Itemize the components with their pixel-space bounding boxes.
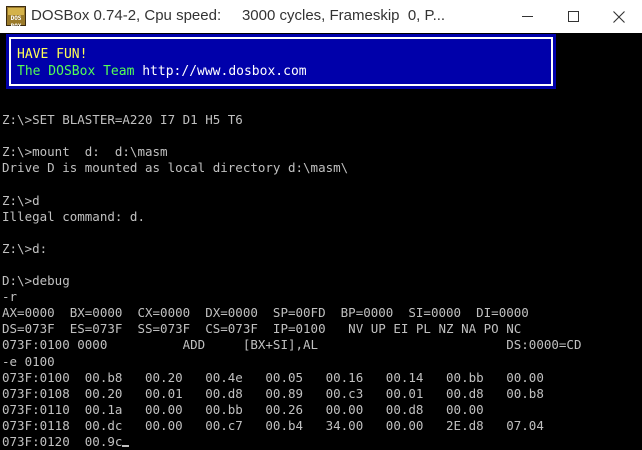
console-line-text: Z:\>SET BLASTER=A220 I7 D1 H5 T6 xyxy=(2,112,243,128)
console-line: 073F:0110 00.1a 00.00 00.bb 00.26 00.00 … xyxy=(2,402,581,418)
console-line: 073F:0120 00.9c xyxy=(2,434,581,450)
console-line: 073F:0108 00.20 00.01 00.d8 00.89 00.c3 … xyxy=(2,386,581,402)
console-line: Z:\>mount d: d:\masm xyxy=(2,144,581,160)
minimize-button[interactable] xyxy=(504,0,550,33)
dosbox-app-icon[interactable]: DOS BOX xyxy=(6,6,26,30)
console-line-text: 073F:0118 00.dc 00.00 00.c7 00.b4 34.00 … xyxy=(2,417,544,433)
console-line: -e 0100 xyxy=(2,354,581,370)
console-line-text: Drive D is mounted as local directory d:… xyxy=(2,160,349,176)
banner-have-fun: HAVE FUN! xyxy=(17,47,88,62)
console-line: Z:\>d xyxy=(2,193,581,209)
banner-team-label: The DOSBox Team xyxy=(17,64,143,79)
title-bar[interactable]: DOS BOX DOSBox 0.74-2, Cpu speed: 3000 c… xyxy=(0,0,642,33)
minimize-icon xyxy=(522,16,533,17)
console-line: 073F:0100 0000 ADD [BX+SI],AL DS:0000=CD xyxy=(2,337,581,353)
banner-team-line: The DOSBox Team http://www.dosbox.com xyxy=(17,64,307,79)
maximize-icon xyxy=(568,11,579,22)
console-line: 073F:0100 00.b8 00.20 00.4e 00.05 00.16 … xyxy=(2,370,581,386)
close-icon xyxy=(613,11,625,23)
window-title: DOSBox 0.74-2, Cpu speed: 3000 cycles, F… xyxy=(31,7,446,24)
console-line: Illegal command: d. xyxy=(2,209,581,225)
banner-url: http://www.dosbox.com xyxy=(142,64,307,79)
console-line-text: 073F:0100 00.b8 00.20 00.4e 00.05 00.16 … xyxy=(2,369,544,385)
welcome-banner: HAVE FUN! The DOSBox Team http://www.dos… xyxy=(6,34,556,89)
console-line-text: Z:\>d: xyxy=(2,240,48,256)
console-line: AX=0000 BX=0000 CX=0000 DX=0000 SP=00FD … xyxy=(2,305,581,321)
console-line-text: Z:\>d xyxy=(2,192,40,208)
console-line: D:\>debug xyxy=(2,273,581,289)
close-button[interactable] xyxy=(596,0,642,33)
console-line: Z:\>SET BLASTER=A220 I7 D1 H5 T6 xyxy=(2,112,581,128)
dos-console-screen[interactable]: HAVE FUN! The DOSBox Team http://www.dos… xyxy=(0,33,642,449)
console-line-text: -e 0100 xyxy=(2,353,55,369)
console-line-text: AX=0000 BX=0000 CX=0000 DX=0000 SP=00FD … xyxy=(2,305,529,321)
console-line: 073F:0118 00.dc 00.00 00.c7 00.b4 34.00 … xyxy=(2,418,581,434)
console-line-text: 073F:0108 00.20 00.01 00.d8 00.89 00.c3 … xyxy=(2,385,544,401)
text-cursor xyxy=(122,444,130,447)
console-line-text: D:\>debug xyxy=(2,273,70,289)
console-line: DS=073F ES=073F SS=073F CS=073F IP=0100 … xyxy=(2,321,581,337)
console-line-text: 073F:0110 00.1a 00.00 00.bb 00.26 00.00 … xyxy=(2,401,484,417)
console-line-text: -r xyxy=(2,289,18,305)
console-line-text: 073F:0120 00.9c xyxy=(2,433,123,449)
maximize-button[interactable] xyxy=(550,0,596,33)
console-line-text: Illegal command: d. xyxy=(2,208,145,224)
console-line: Z:\>d: xyxy=(2,241,581,257)
console-output: Z:\>SET BLASTER=A220 I7 D1 H5 T6 Z:\>moun… xyxy=(2,96,581,450)
console-line: -r xyxy=(2,289,581,305)
console-line: Drive D is mounted as local directory d:… xyxy=(2,160,581,176)
console-line-text: Z:\>mount d: d:\masm xyxy=(2,144,168,160)
console-line-text: 073F:0100 0000 ADD [BX+SI],AL DS:0000=CD xyxy=(2,337,582,353)
console-line-text: DS=073F ES=073F SS=073F CS=073F IP=0100 … xyxy=(2,321,522,337)
